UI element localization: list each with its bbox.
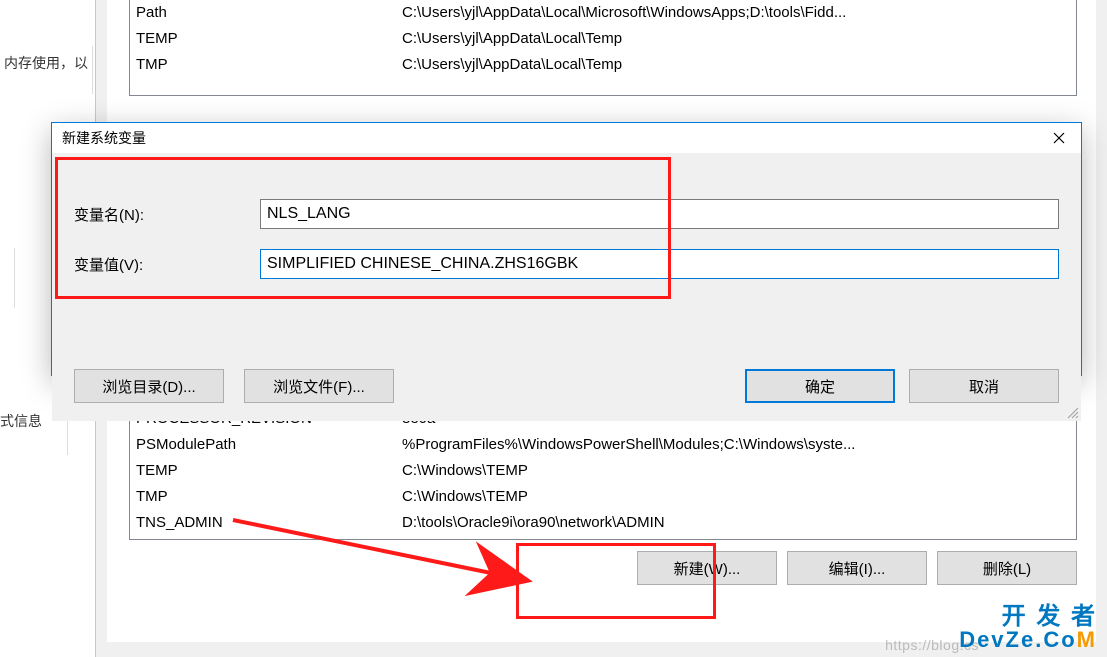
var-name: TMP <box>130 52 400 78</box>
dialog-title: 新建系统变量 <box>62 128 146 148</box>
brand-line2: DevZe.CoM <box>959 629 1097 651</box>
var-name: PSModulePath <box>130 432 400 458</box>
browse-directory-button[interactable]: 浏览目录(D)... <box>74 369 224 403</box>
var-name: Path <box>130 0 400 26</box>
system-vars-buttons: 新建(W)... 编辑(I)... 删除(L) <box>129 551 1077 587</box>
new-button[interactable]: 新建(W)... <box>637 551 777 585</box>
edit-button[interactable]: 编辑(I)... <box>787 551 927 585</box>
var-name: TEMP <box>130 458 400 484</box>
close-icon <box>1053 132 1065 144</box>
browse-file-button[interactable]: 浏览文件(F)... <box>244 369 394 403</box>
var-value: C:\Users\yjl\AppData\Local\Temp <box>400 52 1076 78</box>
var-name: TNS_ADMIN <box>130 510 400 536</box>
variable-name-row: 变量名(N): <box>74 199 1059 229</box>
variable-value-input[interactable] <box>260 249 1059 279</box>
var-name: TMP <box>130 484 400 510</box>
dialog-title-bar[interactable]: 新建系统变量 <box>52 123 1081 153</box>
new-system-variable-dialog: 新建系统变量 变量名(N): 变量值(V): 浏览目录(D)... 浏览文件(F… <box>51 122 1082 376</box>
close-button[interactable] <box>1036 123 1081 153</box>
brand-logo: 开 发 者 DevZe.CoM <box>959 605 1097 651</box>
resize-grip-icon[interactable] <box>1065 405 1079 419</box>
var-value: C:\Users\yjl\AppData\Local\Microsoft\Win… <box>400 0 1076 26</box>
list-item[interactable]: TMP C:\Windows\TEMP <box>130 484 1076 510</box>
list-item[interactable]: TNS_ADMIN D:\tools\Oracle9i\ora90\networ… <box>130 510 1076 536</box>
list-item[interactable]: TEMP C:\Users\yjl\AppData\Local\Temp <box>130 26 1076 52</box>
var-value: C:\Users\yjl\AppData\Local\Temp <box>400 26 1076 52</box>
list-item[interactable]: Path C:\Users\yjl\AppData\Local\Microsof… <box>130 0 1076 26</box>
ok-button[interactable]: 确定 <box>745 369 895 403</box>
variable-value-label: 变量值(V): <box>74 254 260 275</box>
brand-line1: 开 发 者 <box>959 605 1097 629</box>
list-item[interactable]: PSModulePath %ProgramFiles%\WindowsPower… <box>130 432 1076 458</box>
sysprops-left-fragment <box>0 248 15 308</box>
variable-name-input[interactable] <box>260 199 1059 229</box>
dialog-buttons: 浏览目录(D)... 浏览文件(F)... 确定 取消 <box>74 369 1059 403</box>
variable-value-row: 变量值(V): <box>74 249 1059 279</box>
sysprops-left-text: 内存使用，以 <box>0 46 93 94</box>
variable-name-label: 变量名(N): <box>74 204 260 225</box>
var-value: %ProgramFiles%\WindowsPowerShell\Modules… <box>400 432 1076 458</box>
var-value: C:\Windows\TEMP <box>400 458 1076 484</box>
list-item[interactable]: TEMP C:\Windows\TEMP <box>130 458 1076 484</box>
user-vars-list[interactable]: Path C:\Users\yjl\AppData\Local\Microsof… <box>129 0 1077 96</box>
cancel-button[interactable]: 取消 <box>909 369 1059 403</box>
var-value: C:\Windows\TEMP <box>400 484 1076 510</box>
delete-button[interactable]: 删除(L) <box>937 551 1077 585</box>
var-name: TEMP <box>130 26 400 52</box>
list-item[interactable]: TMP C:\Users\yjl\AppData\Local\Temp <box>130 52 1076 78</box>
var-value: D:\tools\Oracle9i\ora90\network\ADMIN <box>400 510 1076 536</box>
dialog-body: 变量名(N): 变量值(V): 浏览目录(D)... 浏览文件(F)... 确定… <box>52 199 1081 421</box>
